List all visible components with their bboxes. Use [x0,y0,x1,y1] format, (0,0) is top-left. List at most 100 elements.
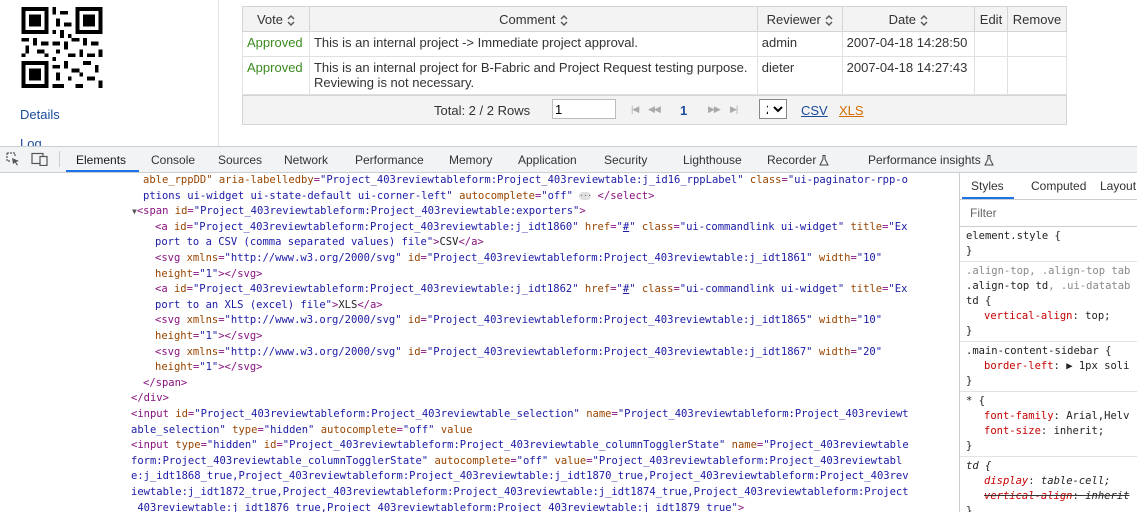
details-link[interactable]: Details [20,107,60,122]
first-page-icon[interactable]: |◀ [631,104,639,115]
sort-icon [287,14,295,26]
export-csv-link[interactable]: CSV [801,103,828,118]
tab-performance[interactable]: Performance [355,153,424,167]
column-header-label: Date [888,11,917,27]
dom-line[interactable]: e:j_idt1868_true,Project_403reviewtablef… [131,469,909,485]
column-header-comment[interactable]: Comment [308,6,758,32]
next-page-icon[interactable]: ▶▶ [708,104,721,115]
dom-line[interactable]: <svg xmlns="http://www.w3.org/2000/svg" … [155,345,882,361]
previous-page-icon[interactable]: ◀◀ [648,104,661,115]
table-paginator: Total: 2 / 2 Rows |◀ ◀◀ 1 ▶▶ ▶| 2 CSV XL… [242,95,1067,125]
tab-network[interactable]: Network [284,153,328,167]
vote-cell: Approved [242,56,310,95]
style-rule-selector[interactable]: td { [966,459,991,474]
tab-sources[interactable]: Sources [218,153,262,167]
dom-line[interactable]: _403reviewtable:j_idt1876_true,Project_4… [131,501,744,512]
style-rule-selector[interactable]: .align-top td, .ui-datatab [966,279,1130,294]
style-declaration-overridden[interactable]: vertical-align: inherit [984,489,1129,504]
qr-code-image [21,7,103,88]
dom-line[interactable]: </div> [131,391,169,407]
dom-line[interactable]: ptions ui-widget ui-state-default ui-cor… [143,189,654,205]
styles-tab-bar: Styles Computed Layout [960,173,1137,200]
page-jump-input[interactable] [552,99,616,119]
dom-line[interactable]: height="1"></svg> [155,267,263,283]
device-toolbar-icon[interactable] [31,152,49,166]
tab-application[interactable]: Application [518,153,577,167]
style-rule-selector[interactable]: element.style { [966,229,1061,244]
dom-line[interactable]: able_selection" type="hidden" autocomple… [131,423,472,439]
inspect-element-icon[interactable] [6,152,20,166]
dom-line[interactable]: <input id="Project_403reviewtableform:Pr… [131,407,909,423]
style-rule-selector[interactable]: .main-content-sidebar { [966,344,1111,359]
style-rule-selector[interactable]: .align-top, .align-top tab [966,264,1130,279]
edit-cell[interactable] [974,56,1008,95]
remove-cell[interactable] [1006,31,1068,57]
tab-recorder[interactable]: Recorder [767,153,830,167]
table-row[interactable]: Approved This is an internal project -> … [242,31,1068,57]
last-page-icon[interactable]: ▶| [730,104,738,115]
sort-icon [560,14,568,26]
dom-line[interactable]: <input type="hidden" id="Project_403revi… [131,438,909,454]
edit-cell[interactable] [974,31,1008,57]
row-count-label: Total: 2 / 2 Rows [434,103,531,118]
export-xls-link[interactable]: XLS [839,103,864,118]
tab-performance-insights[interactable]: Performance insights [868,153,994,167]
tab-layout[interactable]: Layout [1100,179,1136,193]
log-link[interactable]: Log [20,136,42,146]
styles-pane: Styles Computed Layout Filter element.st… [960,173,1137,512]
devtools-panel: Elements Console Sources Network Perform… [0,146,1137,512]
tab-styles[interactable]: Styles [971,179,1004,193]
comment-cell: This is an internal project for B-Fabric… [308,56,758,95]
tab-console[interactable]: Console [151,153,195,167]
rows-per-page-select[interactable]: 2 [759,99,787,119]
project-sidebar: Details Log [0,0,219,146]
dom-line[interactable]: form:Project_403reviewtable_columnToggle… [131,454,902,470]
dom-line[interactable]: <a id="Project_403reviewtableform:Projec… [155,282,907,298]
web-page: Details Log Vote Comment Reviewer Date E… [0,0,1137,146]
rule-divider [960,391,1137,392]
ellipsis-icon[interactable]: ··· [579,191,592,200]
style-rule-close: } [966,375,973,387]
column-header-vote[interactable]: Vote [242,6,310,32]
tab-lighthouse[interactable]: Lighthouse [683,153,742,167]
column-header-date[interactable]: Date [841,6,976,32]
flask-icon [819,155,830,166]
dom-line[interactable]: able_rppDD" aria-labelledby="Project_403… [143,173,908,189]
tab-memory[interactable]: Memory [449,153,492,167]
style-rule-selector[interactable]: * { [966,394,985,409]
styles-filter-input[interactable]: Filter [960,200,1137,227]
active-tab-indicator [962,197,1014,199]
remove-cell[interactable] [1006,56,1068,95]
dom-line[interactable]: <svg xmlns="http://www.w3.org/2000/svg" … [155,251,882,267]
date-cell: 2007-04-18 14:28:50 [841,31,976,57]
date-cell: 2007-04-18 14:27:43 [841,56,976,95]
style-rule-selector[interactable]: td { [966,294,991,309]
reviewer-cell: dieter [756,56,843,95]
dom-line[interactable]: iewtable:j_idt1872_true,Project_403revie… [131,485,909,501]
dom-line[interactable]: </span> [143,376,187,392]
table-header-row: Vote Comment Reviewer Date Edit Remove [242,6,1068,32]
dom-line[interactable]: port to a CSV (comma separated values) f… [155,235,484,251]
style-rule-close: } [966,245,973,257]
style-declaration[interactable]: font-family: Arial,Helv [984,409,1129,424]
current-page-number[interactable]: 1 [680,103,687,118]
style-declaration[interactable]: display: table-cell; [984,474,1110,489]
table-row[interactable]: Approved This is an internal project for… [242,56,1068,95]
dom-line[interactable]: <a id="Project_403reviewtableform:Projec… [155,220,907,236]
dom-line[interactable]: ▼<span id="Project_403reviewtableform:Pr… [132,204,586,220]
dom-line[interactable]: height="1"></svg> [155,329,263,345]
reviewer-cell: admin [756,31,843,57]
dom-tree[interactable]: able_rppDD" aria-labelledby="Project_403… [0,173,945,512]
tab-elements[interactable]: Elements [76,153,126,167]
dom-line[interactable]: height="1"></svg> [155,360,263,376]
active-tab-indicator [66,170,139,172]
style-declaration[interactable]: border-left: ▶ 1px soli [984,359,1129,374]
dom-line[interactable]: <svg xmlns="http://www.w3.org/2000/svg" … [155,313,882,329]
tab-security[interactable]: Security [604,153,647,167]
tab-computed[interactable]: Computed [1031,179,1086,193]
review-table: Vote Comment Reviewer Date Edit Remove A… [242,6,1068,95]
dom-line[interactable]: port to an XLS (excel) file">XLS</a> [155,298,383,314]
style-declaration[interactable]: vertical-align: top; [984,309,1110,324]
style-declaration[interactable]: font-size: inherit; [984,424,1104,439]
column-header-reviewer[interactable]: Reviewer [756,6,843,32]
